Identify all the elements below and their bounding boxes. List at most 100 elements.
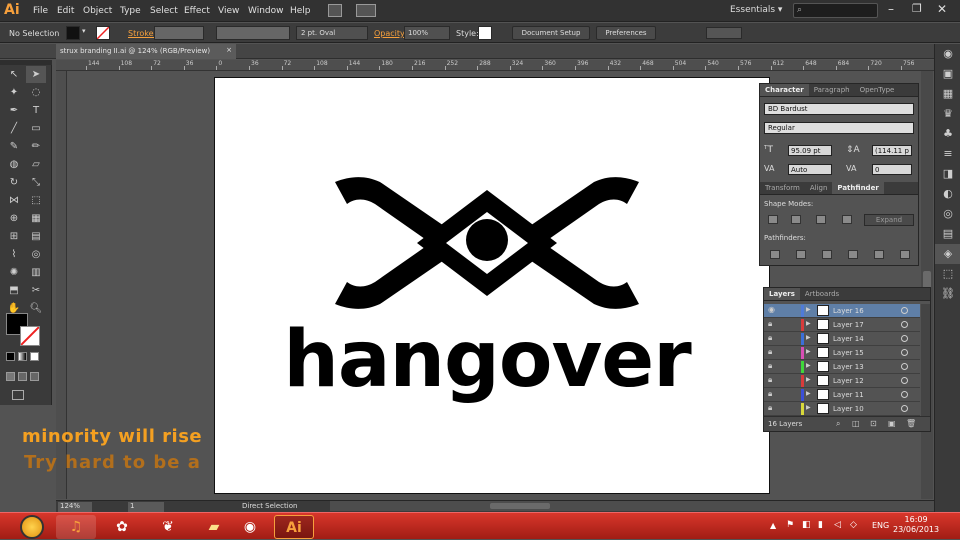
close-tab-icon[interactable]: × <box>226 46 232 54</box>
editor-app-icon[interactable]: ❦ <box>148 515 188 539</box>
selection-tool-icon[interactable]: ↖ <box>4 66 24 83</box>
tab-paragraph[interactable]: Paragraph <box>809 84 855 96</box>
draw-behind-icon[interactable] <box>18 372 27 381</box>
layer-row[interactable]: 🔒︎▶Layer 13 <box>764 360 920 374</box>
align-icons[interactable] <box>706 27 742 39</box>
font-size-field[interactable]: 95.09 pt <box>788 145 832 156</box>
free-transform-tool-icon[interactable]: ⬚ <box>26 192 46 209</box>
line-tool-icon[interactable]: ╱ <box>4 120 24 137</box>
clipping-mask-icon[interactable]: ◫ <box>852 419 860 428</box>
language-indicator[interactable]: ENG <box>872 521 889 530</box>
color-icon[interactable] <box>6 352 15 361</box>
artboards-icon[interactable]: ⬚ <box>935 264 960 284</box>
unite-icon[interactable] <box>768 215 778 224</box>
gradient-tool-icon[interactable]: ▤ <box>26 228 46 245</box>
menu-window[interactable]: Window <box>248 6 284 16</box>
expand-button[interactable]: Expand <box>864 214 914 226</box>
graphic-style-swatch[interactable] <box>478 26 492 40</box>
layer-row[interactable]: 🔒︎▶Layer 10 <box>764 402 920 416</box>
layer-row[interactable]: 🔒︎▶Layer 11 <box>764 388 920 402</box>
appearance-icon[interactable]: ◎ <box>935 204 960 224</box>
tray-icon[interactable]: ◧ <box>802 520 811 530</box>
lock-icon[interactable]: 🔒︎ <box>768 389 772 399</box>
exclude-icon[interactable] <box>842 215 852 224</box>
layers-icon[interactable]: ◈ <box>935 244 960 264</box>
menu-edit[interactable]: Edit <box>57 6 74 16</box>
width-tool-icon[interactable]: ⋈ <box>4 192 24 209</box>
blob-brush-tool-icon[interactable]: ◍ <box>4 156 24 173</box>
new-layer-icon[interactable]: ▣ <box>888 419 896 428</box>
locate-object-icon[interactable]: ⌕ <box>836 419 840 429</box>
variable-width-profile[interactable] <box>216 26 290 40</box>
symbol-sprayer-tool-icon[interactable]: ✺ <box>4 264 24 281</box>
target-circle-icon[interactable] <box>901 391 908 398</box>
layer-row[interactable]: 🔒︎▶Layer 15 <box>764 346 920 360</box>
expand-triangle-icon[interactable]: ▶ <box>806 306 811 313</box>
draw-inside-icon[interactable] <box>30 372 39 381</box>
zoom-field[interactable]: 124% <box>58 502 92 512</box>
links-icon[interactable]: ⛓ <box>935 284 960 304</box>
opacity-label[interactable]: Opacity: <box>374 29 407 38</box>
search-input[interactable]: ⌕ <box>793 3 878 18</box>
lasso-tool-icon[interactable]: ◌ <box>26 84 46 101</box>
fill-swatch[interactable] <box>66 26 80 40</box>
target-circle-icon[interactable] <box>901 307 908 314</box>
layers-scrollbar[interactable] <box>921 304 930 416</box>
menu-help[interactable]: Help <box>290 6 311 16</box>
gradient-icon[interactable]: ◨ <box>935 164 960 184</box>
direct-selection-tool-icon[interactable]: ➤ <box>26 66 46 83</box>
perspective-grid-tool-icon[interactable]: ▦ <box>26 210 46 227</box>
delete-layer-icon[interactable]: 🗑︎ <box>906 419 916 428</box>
rotate-tool-icon[interactable]: ↻ <box>4 174 24 191</box>
mesh-tool-icon[interactable]: ⊞ <box>4 228 24 245</box>
music-app-icon[interactable]: ♫ <box>56 515 96 539</box>
bridge-icon[interactable] <box>328 4 342 17</box>
lock-icon[interactable]: 🔒︎ <box>768 403 772 413</box>
font-style-dropdown[interactable]: Regular <box>764 122 914 134</box>
target-circle-icon[interactable] <box>901 321 908 328</box>
stroke-swatch[interactable] <box>96 26 110 40</box>
tab-transform[interactable]: Transform <box>760 182 805 194</box>
fill-dropdown-icon[interactable]: ▾ <box>82 27 86 35</box>
minus-back-icon[interactable] <box>900 250 910 259</box>
minus-front-icon[interactable] <box>791 215 801 224</box>
merge-icon[interactable] <box>822 250 832 259</box>
layer-row[interactable]: ◉▶Layer 16 <box>764 304 920 318</box>
pencil-tool-icon[interactable]: ✏ <box>26 138 46 155</box>
transparency-icon[interactable]: ◐ <box>935 184 960 204</box>
swatches-icon[interactable]: ▦ <box>935 84 960 104</box>
stroke-icon[interactable]: ≡ <box>935 144 960 164</box>
preferences-button[interactable]: Preferences <box>596 26 656 40</box>
system-clock[interactable]: 16:09 23/06/2013 <box>893 515 939 535</box>
artboard[interactable]: hangover <box>214 77 770 494</box>
opacity-field[interactable]: 100% <box>404 26 450 40</box>
paintbrush-tool-icon[interactable]: ✎ <box>4 138 24 155</box>
expand-triangle-icon[interactable]: ▶ <box>806 390 811 397</box>
visibility-eye-icon[interactable]: ◉ <box>768 305 775 314</box>
expand-triangle-icon[interactable]: ▶ <box>806 376 811 383</box>
restore-icon[interactable]: ❐ <box>912 2 922 15</box>
menu-type[interactable]: Type <box>120 6 141 16</box>
file-explorer-icon[interactable]: ▰ <box>194 515 234 539</box>
trim-icon[interactable] <box>796 250 806 259</box>
type-tool-icon[interactable]: T <box>26 102 46 119</box>
menu-select[interactable]: Select <box>150 6 178 16</box>
shape-builder-tool-icon[interactable]: ⊕ <box>4 210 24 227</box>
graphic-styles-icon[interactable]: ▤ <box>935 224 960 244</box>
navigator-icon[interactable]: ◉ <box>935 44 960 64</box>
rectangle-tool-icon[interactable]: ▭ <box>26 120 46 137</box>
expand-triangle-icon[interactable]: ▶ <box>806 404 811 411</box>
paint-app-icon[interactable]: ✿ <box>102 515 142 539</box>
column-graph-tool-icon[interactable]: ▥ <box>26 264 46 281</box>
tab-character[interactable]: Character <box>760 84 809 96</box>
none-icon[interactable] <box>30 352 39 361</box>
volume-icon[interactable]: ◁ <box>834 520 841 530</box>
menu-effect[interactable]: Effect <box>184 6 210 16</box>
network-icon[interactable]: ▮ <box>818 520 823 530</box>
document-tab[interactable]: strux branding II.ai @ 124% (RGB/Preview… <box>56 44 236 59</box>
target-circle-icon[interactable] <box>901 349 908 356</box>
expand-triangle-icon[interactable]: ▶ <box>806 334 811 341</box>
expand-triangle-icon[interactable]: ▶ <box>806 362 811 369</box>
stroke-color-box[interactable] <box>20 326 40 346</box>
tab-layers[interactable]: Layers <box>764 288 800 300</box>
